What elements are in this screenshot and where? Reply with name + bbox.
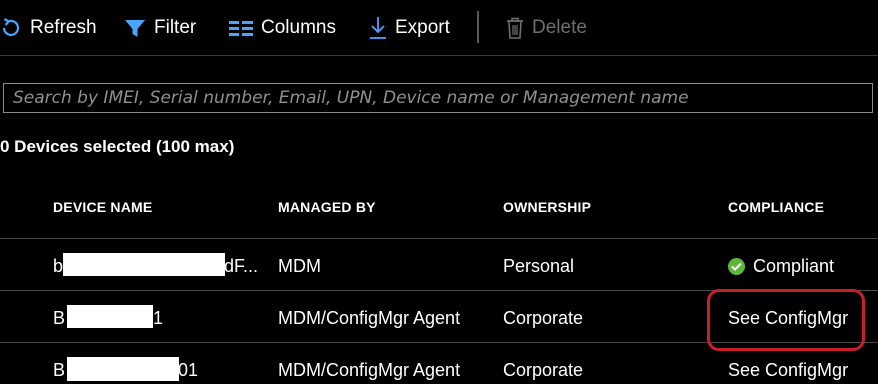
export-label: Export — [395, 17, 450, 38]
managed-by-cell: MDM/ConfigMgr Agent — [278, 308, 461, 328]
header-divider — [0, 238, 878, 239]
download-icon — [369, 16, 387, 40]
column-header-ownership[interactable]: OWNERSHIP — [503, 199, 591, 215]
ownership-cell: Corporate — [503, 308, 584, 328]
columns-button[interactable]: Columns — [229, 12, 336, 44]
trash-icon — [506, 17, 524, 39]
device-name-suffix[interactable]: dF... — [224, 256, 258, 277]
filter-label: Filter — [154, 17, 197, 38]
device-name-suffix[interactable]: 01 — [178, 360, 198, 381]
search-input[interactable] — [3, 83, 873, 113]
row-divider — [0, 290, 878, 291]
columns-label: Columns — [261, 17, 336, 38]
check-circle-icon — [728, 257, 745, 275]
refresh-button[interactable]: Refresh — [0, 12, 97, 44]
device-name-prefix[interactable]: B — [53, 360, 65, 381]
refresh-icon — [0, 17, 22, 39]
ownership-cell: Personal — [503, 256, 575, 276]
filter-icon — [124, 17, 146, 39]
redaction-box — [67, 357, 179, 381]
column-header-device-name[interactable]: DEVICE NAME — [53, 199, 152, 215]
redaction-box — [63, 253, 225, 276]
toolbar: Refresh Filter Columns Export Delete — [0, 0, 878, 56]
device-name-prefix[interactable]: b — [53, 256, 63, 277]
toolbar-divider — [477, 11, 479, 43]
compliance-link[interactable]: See ConfigMgr — [728, 360, 848, 381]
compliance-link[interactable]: See ConfigMgr — [728, 308, 848, 329]
toolbar-divider-line — [0, 55, 878, 56]
ownership-cell: Corporate — [503, 360, 584, 380]
redaction-box — [67, 305, 153, 328]
managed-by-cell: MDM/ConfigMgr Agent — [278, 360, 461, 380]
column-header-compliance[interactable]: COMPLIANCE — [728, 199, 824, 215]
compliance-cell[interactable]: Compliant — [728, 256, 834, 277]
columns-icon — [229, 18, 253, 38]
filter-button[interactable]: Filter — [124, 12, 196, 44]
refresh-label: Refresh — [30, 17, 97, 38]
device-name-suffix[interactable]: 1 — [153, 308, 163, 329]
managed-by-cell: MDM — [278, 256, 321, 276]
delete-label: Delete — [532, 17, 587, 38]
compliance-label: Compliant — [753, 256, 835, 276]
column-header-managed-by[interactable]: MANAGED BY — [278, 199, 376, 215]
row-divider — [0, 342, 878, 343]
device-name-prefix[interactable]: B — [53, 308, 65, 329]
selection-summary: 0 Devices selected (100 max) — [0, 137, 235, 156]
devices-page: Refresh Filter Columns Export Delete Sea… — [0, 0, 878, 384]
export-button[interactable]: Export — [369, 12, 450, 44]
delete-button[interactable]: Delete — [506, 12, 587, 44]
